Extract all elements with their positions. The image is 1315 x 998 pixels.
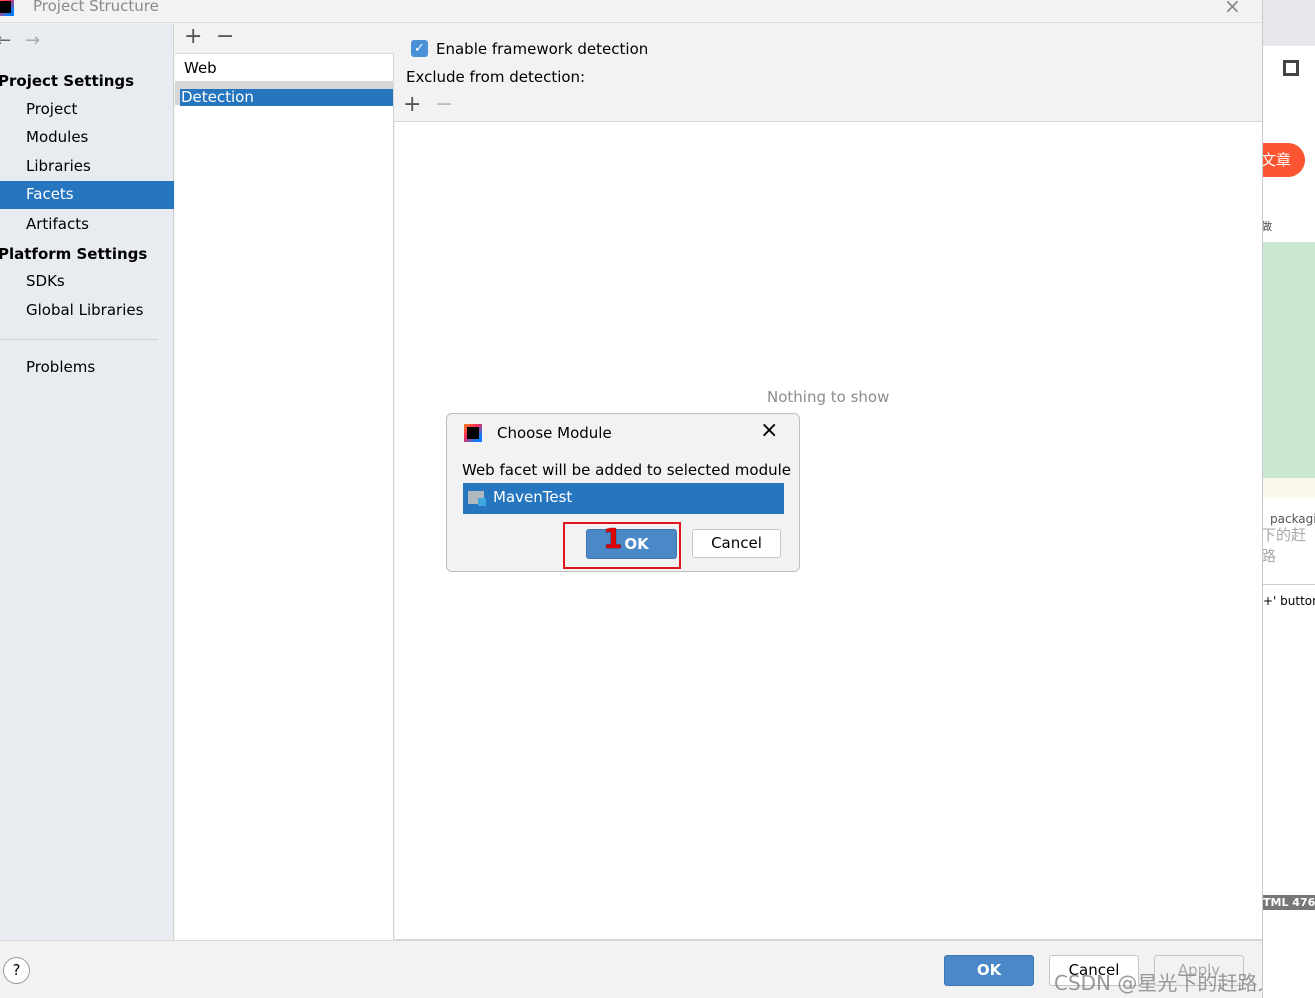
dialog-message: Web facet will be added to selected modu… — [462, 461, 792, 479]
remove-icon[interactable]: − — [216, 24, 234, 49]
close-window-icon[interactable]: × — [1224, 0, 1241, 18]
background-window: 文章 做 packagi 下的赶路 +' button TML 476 — [1262, 0, 1315, 998]
article-button: 文章 — [1263, 143, 1305, 177]
bg-text-3: +' button — [1263, 594, 1315, 608]
divider — [0, 339, 158, 340]
sidebar-item-project[interactable]: Project — [26, 100, 77, 118]
sidebar-item-label: Facets — [26, 185, 74, 203]
enable-detection-checkbox[interactable]: ✓ — [411, 40, 428, 57]
platform-settings-header: Platform Settings — [0, 245, 148, 263]
facet-item-detection[interactable]: Detection — [180, 89, 393, 106]
bg-status: TML 476 — [1263, 895, 1315, 910]
sidebar-item-libraries[interactable]: Libraries — [26, 157, 91, 175]
choose-module-dialog: Choose Module × Web facet will be added … — [446, 413, 800, 572]
module-item[interactable]: MavenTest — [463, 483, 784, 514]
facet-item-web[interactable]: Web — [184, 59, 217, 77]
module-folder-icon — [468, 491, 486, 506]
panel-icon — [1283, 60, 1299, 76]
add-icon[interactable]: + — [184, 24, 202, 49]
dialog-title: Choose Module — [497, 424, 612, 442]
intellij-logo-icon — [0, 0, 14, 16]
bg-header — [1263, 0, 1315, 46]
ok-button[interactable]: OK — [944, 955, 1034, 986]
module-name: MavenTest — [493, 488, 573, 506]
window-title: Project Structure — [33, 0, 159, 15]
forward-arrow-icon[interactable]: → — [25, 30, 40, 51]
redo-label: 做 — [1262, 220, 1272, 233]
add-exclusion-icon[interactable]: + — [403, 92, 421, 117]
back-arrow-icon[interactable]: ← — [0, 30, 11, 51]
help-button[interactable]: ? — [3, 957, 30, 984]
facets-toolbar: + − — [175, 24, 394, 54]
empty-text: Nothing to show — [767, 388, 890, 406]
close-icon[interactable]: × — [760, 418, 778, 443]
footer: ? OK Cancel Apply CSDN @星光下的赶路人star — [0, 940, 1315, 998]
project-settings-header: Project Settings — [0, 72, 135, 90]
sidebar: ← → Project Settings Project Modules Lib… — [0, 24, 174, 940]
sidebar-item-facets[interactable]: Facets — [0, 181, 174, 209]
intellij-logo-icon — [464, 424, 482, 442]
sidebar-item-global-libraries[interactable]: Global Libraries — [26, 301, 143, 319]
ok-label: OK — [624, 535, 649, 553]
sidebar-item-artifacts[interactable]: Artifacts — [26, 215, 89, 233]
code-line — [1263, 478, 1315, 498]
enable-detection-label: Enable framework detection — [436, 40, 649, 58]
divider — [1263, 584, 1315, 585]
sidebar-item-modules[interactable]: Modules — [26, 128, 88, 146]
facets-panel: + − Web Detection — [175, 24, 394, 940]
title-bar: Project Structure × — [0, 0, 1262, 23]
annotation-number: 1 — [603, 522, 623, 555]
sidebar-item-sdks[interactable]: SDKs — [26, 272, 65, 290]
sidebar-item-problems[interactable]: Problems — [26, 358, 95, 376]
dialog-cancel-button[interactable]: Cancel — [692, 529, 781, 558]
dialog-ok-button[interactable]: OK — [586, 529, 677, 559]
code-area — [1263, 242, 1315, 478]
bg-text-2: 下的赶路 — [1262, 526, 1307, 565]
remove-exclusion-icon[interactable]: − — [435, 92, 453, 117]
exclude-label: Exclude from detection: — [406, 68, 586, 86]
